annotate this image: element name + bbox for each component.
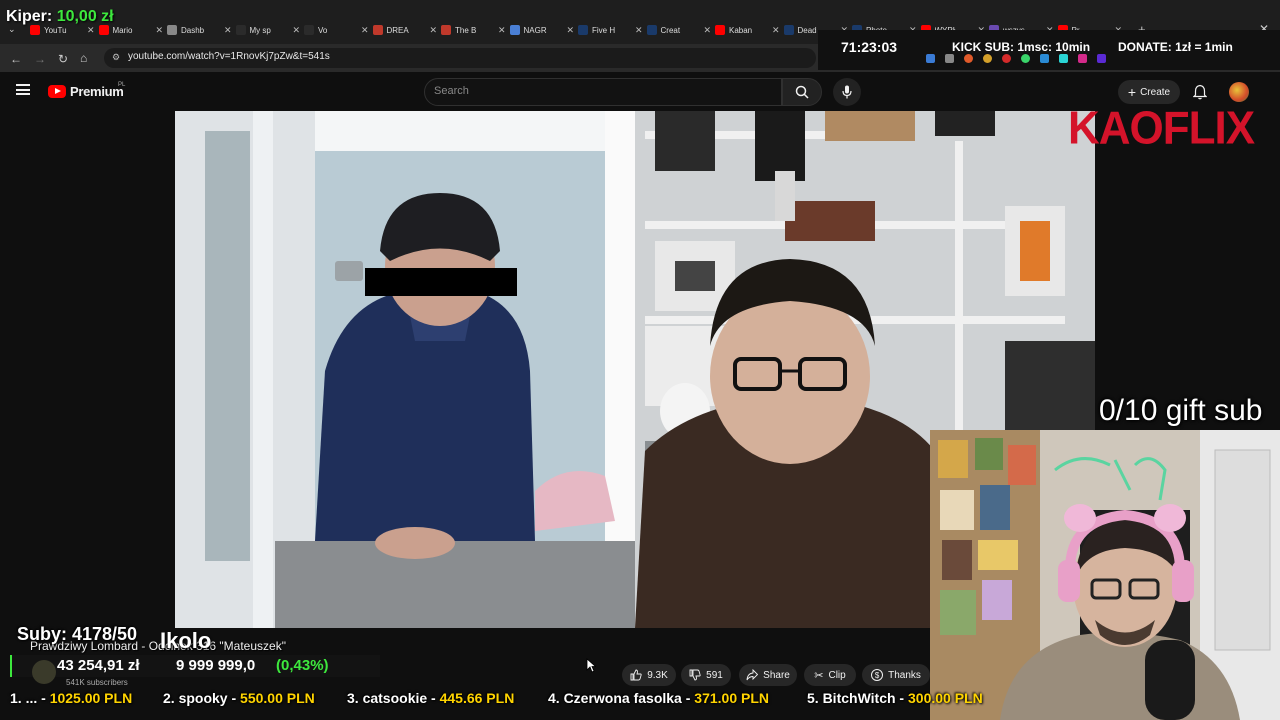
like-button[interactable]: 9.3K [622, 664, 676, 686]
search-icon [795, 85, 809, 99]
tab-label: Kaban [729, 25, 753, 35]
share-icon [746, 669, 759, 681]
like-count: 9.3K [647, 669, 668, 681]
tab-close-icon[interactable]: ✕ [292, 25, 300, 36]
kaoflix-brand-logo: KAOFLIX [1068, 102, 1255, 155]
plus-icon: + [1127, 84, 1137, 100]
menu-icon[interactable] [16, 84, 30, 95]
tab-close-icon[interactable]: ✕ [429, 25, 437, 36]
youtube-play-icon [48, 85, 66, 98]
donation-goal-percent: (0,43%) [276, 657, 329, 674]
back-icon[interactable]: ← [10, 52, 22, 66]
tab-label: Dashb [181, 25, 205, 35]
search-button[interactable] [782, 78, 822, 106]
tab-close-icon[interactable]: ✕ [87, 25, 95, 36]
dislike-button[interactable]: 591 [681, 664, 731, 686]
tab-label: The B [455, 25, 477, 35]
extension-icons [926, 54, 1256, 64]
streamer-webcam [930, 430, 1280, 720]
youtube-premium-logo[interactable]: Premium PL [48, 82, 126, 99]
search-placeholder: Search [434, 85, 469, 97]
mouse-cursor-icon [586, 658, 596, 673]
ticker-item: 5. BitchWitch - 300.00 PLN [807, 690, 983, 706]
thumbs-up-icon [630, 669, 642, 681]
share-button[interactable]: Share [739, 664, 797, 686]
tab-label: Creat [660, 25, 681, 35]
dislike-count: 591 [706, 669, 723, 681]
tab-close-icon[interactable]: ✕ [566, 25, 574, 36]
tab-favicon-icon [304, 25, 314, 35]
kolo-label: Ikolo [160, 628, 212, 653]
browser-tab[interactable]: NAGR ✕ [509, 20, 574, 40]
microphone-icon [842, 85, 852, 99]
tab-favicon-icon [441, 25, 451, 35]
donation-goal-target: 9 999 999,0 [176, 657, 256, 674]
thanks-dollar-icon: $ [871, 669, 884, 681]
browser-tab[interactable]: Vo ✕ [304, 20, 369, 40]
ticker-item: 3. catsookie - 445.66 PLN [347, 690, 515, 706]
clip-button[interactable]: ✂ Clip [804, 664, 856, 686]
thanks-button[interactable]: $ Thanks [862, 664, 930, 686]
create-button[interactable]: + Create [1118, 80, 1180, 104]
ticker-item: 4. Czerwona fasolka - 371.00 PLN [548, 690, 769, 706]
stream-timer: 71:23:03 [841, 39, 898, 55]
account-avatar[interactable] [1229, 82, 1249, 102]
browser-tab[interactable]: DREA ✕ [372, 20, 437, 40]
tab-favicon-icon [235, 25, 246, 35]
region-code: PL [118, 82, 126, 88]
tab-favicon-icon [783, 25, 794, 35]
reload-icon[interactable]: ↻ [58, 52, 68, 66]
voice-search-button[interactable] [833, 78, 861, 106]
tab-label: YouTu [44, 25, 67, 35]
site-info-icon[interactable]: ⚙ [112, 52, 120, 63]
search-input[interactable] [424, 78, 782, 106]
tab-close-icon[interactable]: ✕ [498, 25, 506, 36]
tab-close-icon[interactable]: ✕ [703, 25, 711, 36]
donation-goal-fill [10, 655, 12, 677]
tab-favicon-icon [509, 25, 520, 35]
donation-goal-current: 43 254,91 zł [57, 657, 140, 674]
url-text: youtube.com/watch?v=1RnovKj7pZw&t=541s [128, 51, 330, 62]
tab-close-icon[interactable]: ✕ [224, 25, 232, 36]
thumbs-down-icon [689, 669, 701, 681]
browser-tab[interactable]: Kaban ✕ [715, 20, 780, 40]
home-icon[interactable]: ⌂ [80, 51, 87, 65]
tab-label: Five H [592, 25, 616, 35]
tab-label: NAGR [523, 25, 547, 35]
kick-sub-rule: KICK SUB: 1msc: 10min [952, 40, 1091, 54]
tab-favicon-icon [646, 25, 657, 35]
top-donation-label: Kiper: 10,00 zł [6, 8, 114, 25]
donate-rule: DONATE: 1zł = 1min [1118, 40, 1233, 54]
browser-tab[interactable]: Creat ✕ [646, 20, 711, 40]
channel-subscriber-count: 541K subscribers [66, 678, 128, 687]
ticker-item: 1. ... - 1025.00 PLN [10, 690, 133, 706]
tab-favicon-icon [98, 25, 109, 35]
tab-favicon-icon [715, 25, 725, 35]
tab-label: Mario [112, 25, 133, 35]
tab-close-icon[interactable]: ✕ [772, 25, 780, 36]
scissors-icon: ✂ [814, 669, 824, 682]
tab-favicon-icon [372, 25, 383, 35]
channel-avatar[interactable] [32, 660, 56, 684]
browser-tab[interactable]: Dashb ✕ [167, 20, 232, 40]
browser-tab[interactable]: My sp ✕ [235, 20, 300, 40]
tab-favicon-icon [30, 25, 40, 35]
tab-close-icon[interactable]: ✕ [361, 25, 369, 36]
tab-close-icon[interactable]: ✕ [155, 25, 163, 36]
browser-tab[interactable]: The B ✕ [441, 20, 506, 40]
gift-sub-counter: 0/10 gift sub [1099, 394, 1263, 427]
tab-favicon-icon [167, 25, 177, 35]
tab-label: DREA [386, 25, 409, 35]
subs-goal-counter: Suby: 4178/50 [17, 624, 138, 644]
tab-close-icon[interactable]: ✕ [635, 25, 643, 36]
ticker-item: 2. spooky - 550.00 PLN [163, 690, 315, 706]
top-donation-amount: 10,00 zł [56, 8, 114, 25]
browser-tab[interactable]: Five H ✕ [578, 20, 643, 40]
webcam-image [930, 430, 1280, 720]
tab-label: Vo [318, 25, 328, 35]
tab-label: My sp [249, 25, 271, 35]
top-donors-ticker: 1. ... - 1025.00 PLN 2. spooky - 550.00 … [0, 688, 1280, 710]
forward-icon[interactable]: → [34, 52, 46, 66]
tab-favicon-icon [578, 25, 588, 35]
